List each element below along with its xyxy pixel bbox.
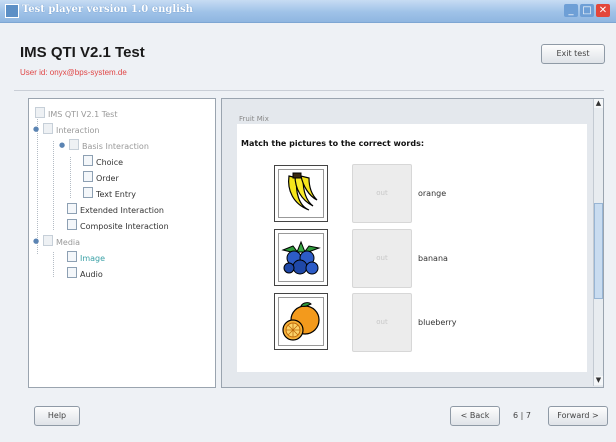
- document-icon: [83, 187, 93, 198]
- match-word: banana: [418, 254, 448, 263]
- tree-item-audio[interactable]: Audio: [67, 267, 103, 279]
- content-scrollbar[interactable]: ▲ ▼: [593, 99, 603, 386]
- minimize-icon[interactable]: _: [564, 4, 578, 17]
- draggable-image-banana[interactable]: [274, 165, 328, 222]
- folder-icon: [43, 235, 53, 246]
- maximize-icon[interactable]: □: [580, 4, 594, 17]
- tree-item-image[interactable]: Image: [67, 251, 105, 263]
- tree-item-order[interactable]: Order: [83, 171, 119, 183]
- image-frame: [278, 297, 324, 346]
- page-title: IMS QTI V2.1 Test: [20, 44, 145, 61]
- question-prompt: Match the pictures to the correct words:: [241, 139, 425, 148]
- close-icon[interactable]: ✕: [596, 4, 610, 17]
- scroll-up-icon[interactable]: ▲: [594, 99, 603, 108]
- draggable-image-orange[interactable]: [274, 293, 328, 350]
- image-frame: [278, 233, 324, 282]
- document-icon: [83, 155, 93, 166]
- title-bar: Test player version 1.0 english _ □ ✕: [0, 0, 616, 23]
- navigation-tree: IMS QTI V2.1 Test ● Interaction ● Basis …: [28, 98, 216, 388]
- app-icon: [5, 4, 19, 18]
- tree-guide: [37, 114, 38, 254]
- expand-toggle-icon[interactable]: ●: [33, 237, 39, 245]
- tree-item-media[interactable]: Media: [43, 235, 80, 247]
- tree-item-text-entry[interactable]: Text Entry: [83, 187, 136, 199]
- tree-item-choice[interactable]: Choice: [83, 155, 123, 167]
- page-indicator: 6 | 7: [513, 411, 531, 420]
- expand-toggle-icon[interactable]: ●: [59, 141, 65, 149]
- tree-item-extended-interaction[interactable]: Extended Interaction: [67, 203, 164, 215]
- drop-slot[interactable]: out: [352, 229, 412, 288]
- user-id: User id: onyx@bps-system.de: [20, 68, 127, 77]
- document-icon: [67, 203, 77, 214]
- scroll-down-icon[interactable]: ▼: [594, 376, 603, 385]
- banana-icon: [288, 172, 318, 211]
- forward-button[interactable]: Forward >: [548, 406, 608, 426]
- draggable-image-blueberry[interactable]: [274, 229, 328, 286]
- drop-slot[interactable]: out: [352, 293, 412, 352]
- document-icon: [83, 171, 93, 182]
- header-divider: [14, 90, 604, 91]
- blueberry-icon: [281, 240, 321, 275]
- tree-guide: [53, 252, 54, 277]
- image-frame: [278, 169, 324, 218]
- tree-guide: [70, 157, 71, 198]
- folder-icon: [69, 139, 79, 150]
- back-button[interactable]: < Back: [450, 406, 500, 426]
- tree-item-root[interactable]: IMS QTI V2.1 Test: [35, 107, 117, 119]
- help-button[interactable]: Help: [34, 406, 80, 426]
- orange-icon: [282, 302, 320, 341]
- tree-guide: [53, 141, 54, 230]
- folder-icon: [43, 123, 53, 134]
- document-icon: [67, 267, 77, 278]
- exit-test-button[interactable]: Exit test: [541, 44, 605, 64]
- document-icon: [67, 251, 77, 262]
- tree-item-basis-interaction[interactable]: Basis Interaction: [69, 139, 149, 151]
- match-word: blueberry: [418, 318, 457, 327]
- drop-slot[interactable]: out: [352, 164, 412, 223]
- scroll-thumb[interactable]: [594, 203, 603, 299]
- expand-toggle-icon[interactable]: ●: [33, 125, 39, 133]
- tree-item-interaction[interactable]: Interaction: [43, 123, 99, 135]
- app-window: Test player version 1.0 english _ □ ✕ IM…: [0, 0, 616, 442]
- tree-item-composite-interaction[interactable]: Composite Interaction: [67, 219, 169, 231]
- match-word: orange: [418, 189, 447, 198]
- section-label: Fruit Mix: [239, 115, 269, 123]
- document-icon: [67, 219, 77, 230]
- folder-icon: [35, 107, 45, 118]
- window-title: Test player version 1.0 english: [22, 4, 193, 15]
